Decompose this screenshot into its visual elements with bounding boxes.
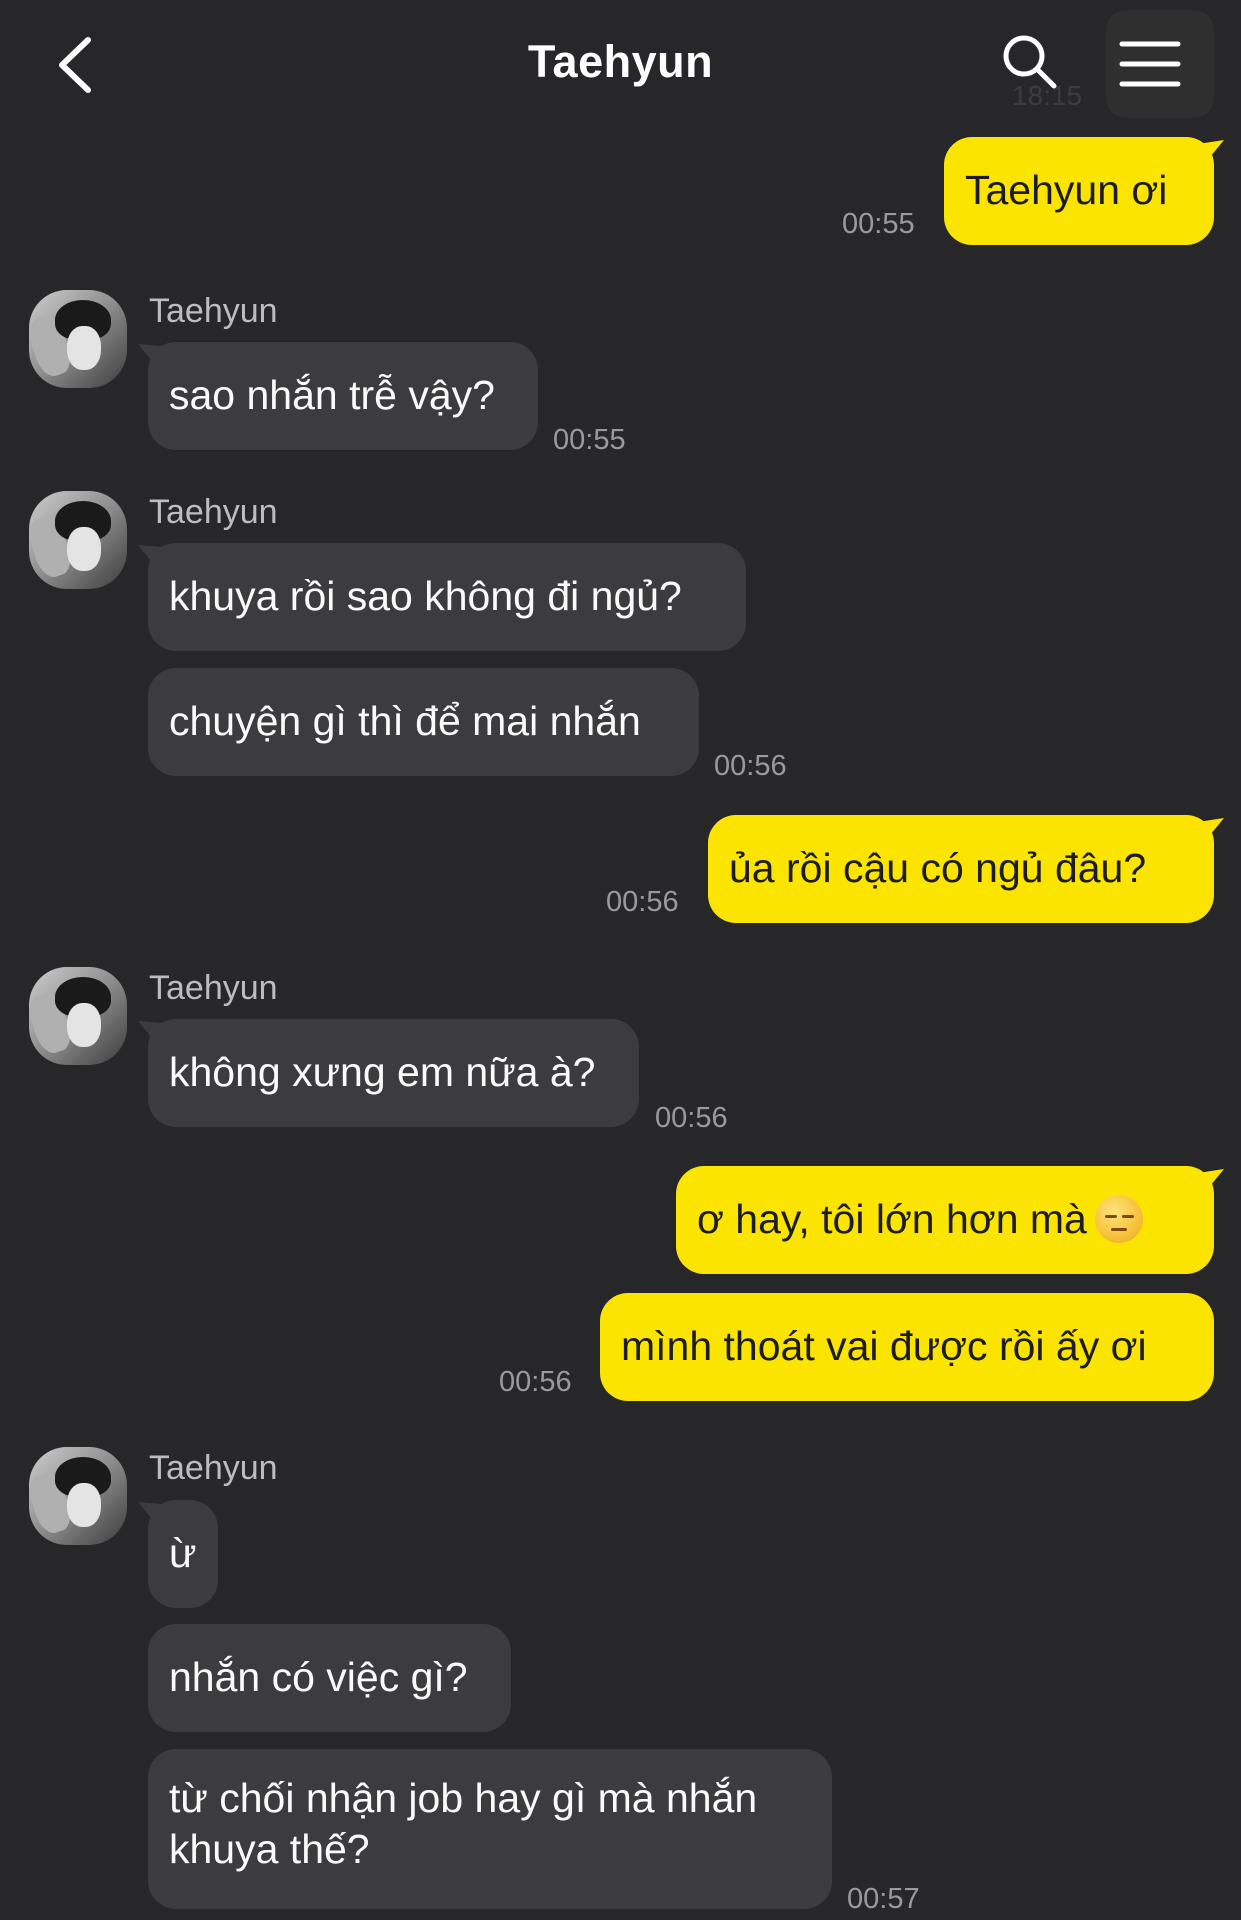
message-text: chuyện gì thì để mai nhắn bbox=[169, 698, 641, 744]
outgoing-message[interactable]: ơ hay, tôi lớn hơn mà bbox=[676, 1166, 1214, 1274]
pensive-face-emoji bbox=[1094, 1195, 1143, 1244]
incoming-message[interactable]: không xưng em nữa à? bbox=[148, 1019, 639, 1127]
incoming-message[interactable]: chuyện gì thì để mai nhắn bbox=[148, 668, 699, 776]
sender-name: Taehyun bbox=[149, 493, 278, 531]
avatar-shape bbox=[67, 527, 101, 571]
message-time: 00:57 bbox=[847, 1883, 920, 1915]
message-text-line: từ chối nhận job hay gì mà nhắn bbox=[169, 1775, 758, 1821]
message-time: 00:56 bbox=[606, 886, 679, 918]
sender-name: Taehyun bbox=[149, 292, 278, 330]
incoming-message[interactable]: nhắn có việc gì? bbox=[148, 1624, 511, 1732]
avatar[interactable] bbox=[29, 290, 127, 388]
incoming-message[interactable]: từ chối nhận job hay gì mà nhắn khuya th… bbox=[148, 1749, 832, 1909]
outgoing-message[interactable]: Taehyun ơi bbox=[944, 137, 1214, 245]
incoming-message[interactable]: sao nhắn trễ vậy? bbox=[148, 342, 538, 450]
sender-name: Taehyun bbox=[149, 969, 278, 1007]
bubble-tail bbox=[1198, 140, 1224, 162]
message-time: 00:55 bbox=[842, 208, 915, 240]
bubble-tail bbox=[138, 1502, 162, 1524]
outgoing-message[interactable]: mình thoát vai được rồi ấy ơi bbox=[600, 1293, 1214, 1401]
message-time: 00:56 bbox=[655, 1102, 728, 1134]
emoji-eye bbox=[1104, 1215, 1117, 1219]
sender-name: Taehyun bbox=[149, 1449, 278, 1487]
message-text: ơ hay, tôi lớn hơn mà bbox=[697, 1196, 1087, 1242]
message-text: không xưng em nữa à? bbox=[169, 1049, 596, 1095]
message-text: ủa rồi cậu có ngủ đâu? bbox=[729, 845, 1147, 891]
message-text: mình thoát vai được rồi ấy ơi bbox=[621, 1323, 1147, 1369]
message-time: 00:56 bbox=[714, 750, 787, 782]
message-text-line: khuya thế? bbox=[169, 1826, 370, 1872]
message-text: sao nhắn trễ vậy? bbox=[169, 372, 495, 418]
emoji-mouth bbox=[1110, 1228, 1127, 1232]
bubble-tail bbox=[138, 545, 162, 567]
avatar-shape bbox=[67, 326, 101, 370]
emoji-eye bbox=[1121, 1215, 1134, 1219]
bubble-tail bbox=[138, 344, 162, 366]
message-text: khuya rồi sao không đi ngủ? bbox=[169, 573, 682, 619]
message-text: nhắn có việc gì? bbox=[169, 1654, 468, 1700]
message-text: ừ bbox=[169, 1530, 197, 1576]
message-time: 00:55 bbox=[553, 424, 626, 456]
message-time: 00:56 bbox=[499, 1366, 572, 1398]
bubble-tail bbox=[1198, 818, 1224, 840]
hamburger-menu-icon bbox=[1119, 41, 1181, 87]
message-text: Taehyun ơi bbox=[965, 167, 1168, 213]
bubble-tail bbox=[1198, 1169, 1224, 1191]
outgoing-message[interactable]: ủa rồi cậu có ngủ đâu? bbox=[708, 815, 1214, 923]
avatar[interactable] bbox=[29, 491, 127, 589]
status-time-ghost: 18:15 bbox=[1012, 80, 1083, 111]
avatar[interactable] bbox=[29, 967, 127, 1065]
chat-header: Taehyun 18:15 bbox=[0, 0, 1241, 130]
avatar-shape bbox=[67, 1003, 101, 1047]
bubble-tail bbox=[138, 1021, 162, 1043]
menu-button[interactable] bbox=[1106, 10, 1214, 118]
avatar[interactable] bbox=[29, 1447, 127, 1545]
avatar-shape bbox=[67, 1483, 101, 1527]
incoming-message[interactable]: khuya rồi sao không đi ngủ? bbox=[148, 543, 746, 651]
